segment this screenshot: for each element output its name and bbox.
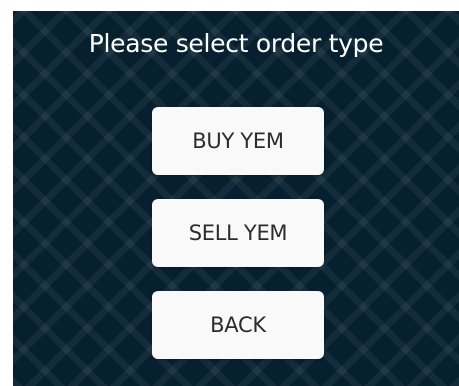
panel-title: Please select order type bbox=[88, 29, 384, 58]
sell-yem-label: SELL YEM bbox=[188, 221, 288, 245]
back-button[interactable]: BACK bbox=[152, 291, 324, 359]
back-label: BACK bbox=[210, 313, 266, 337]
buy-yem-label: BUY YEM bbox=[192, 129, 284, 153]
buy-yem-button[interactable]: BUY YEM bbox=[152, 107, 324, 175]
order-type-panel: Please select order type BUY YEM SELL YE… bbox=[13, 11, 459, 386]
sell-yem-button[interactable]: SELL YEM bbox=[152, 199, 324, 267]
